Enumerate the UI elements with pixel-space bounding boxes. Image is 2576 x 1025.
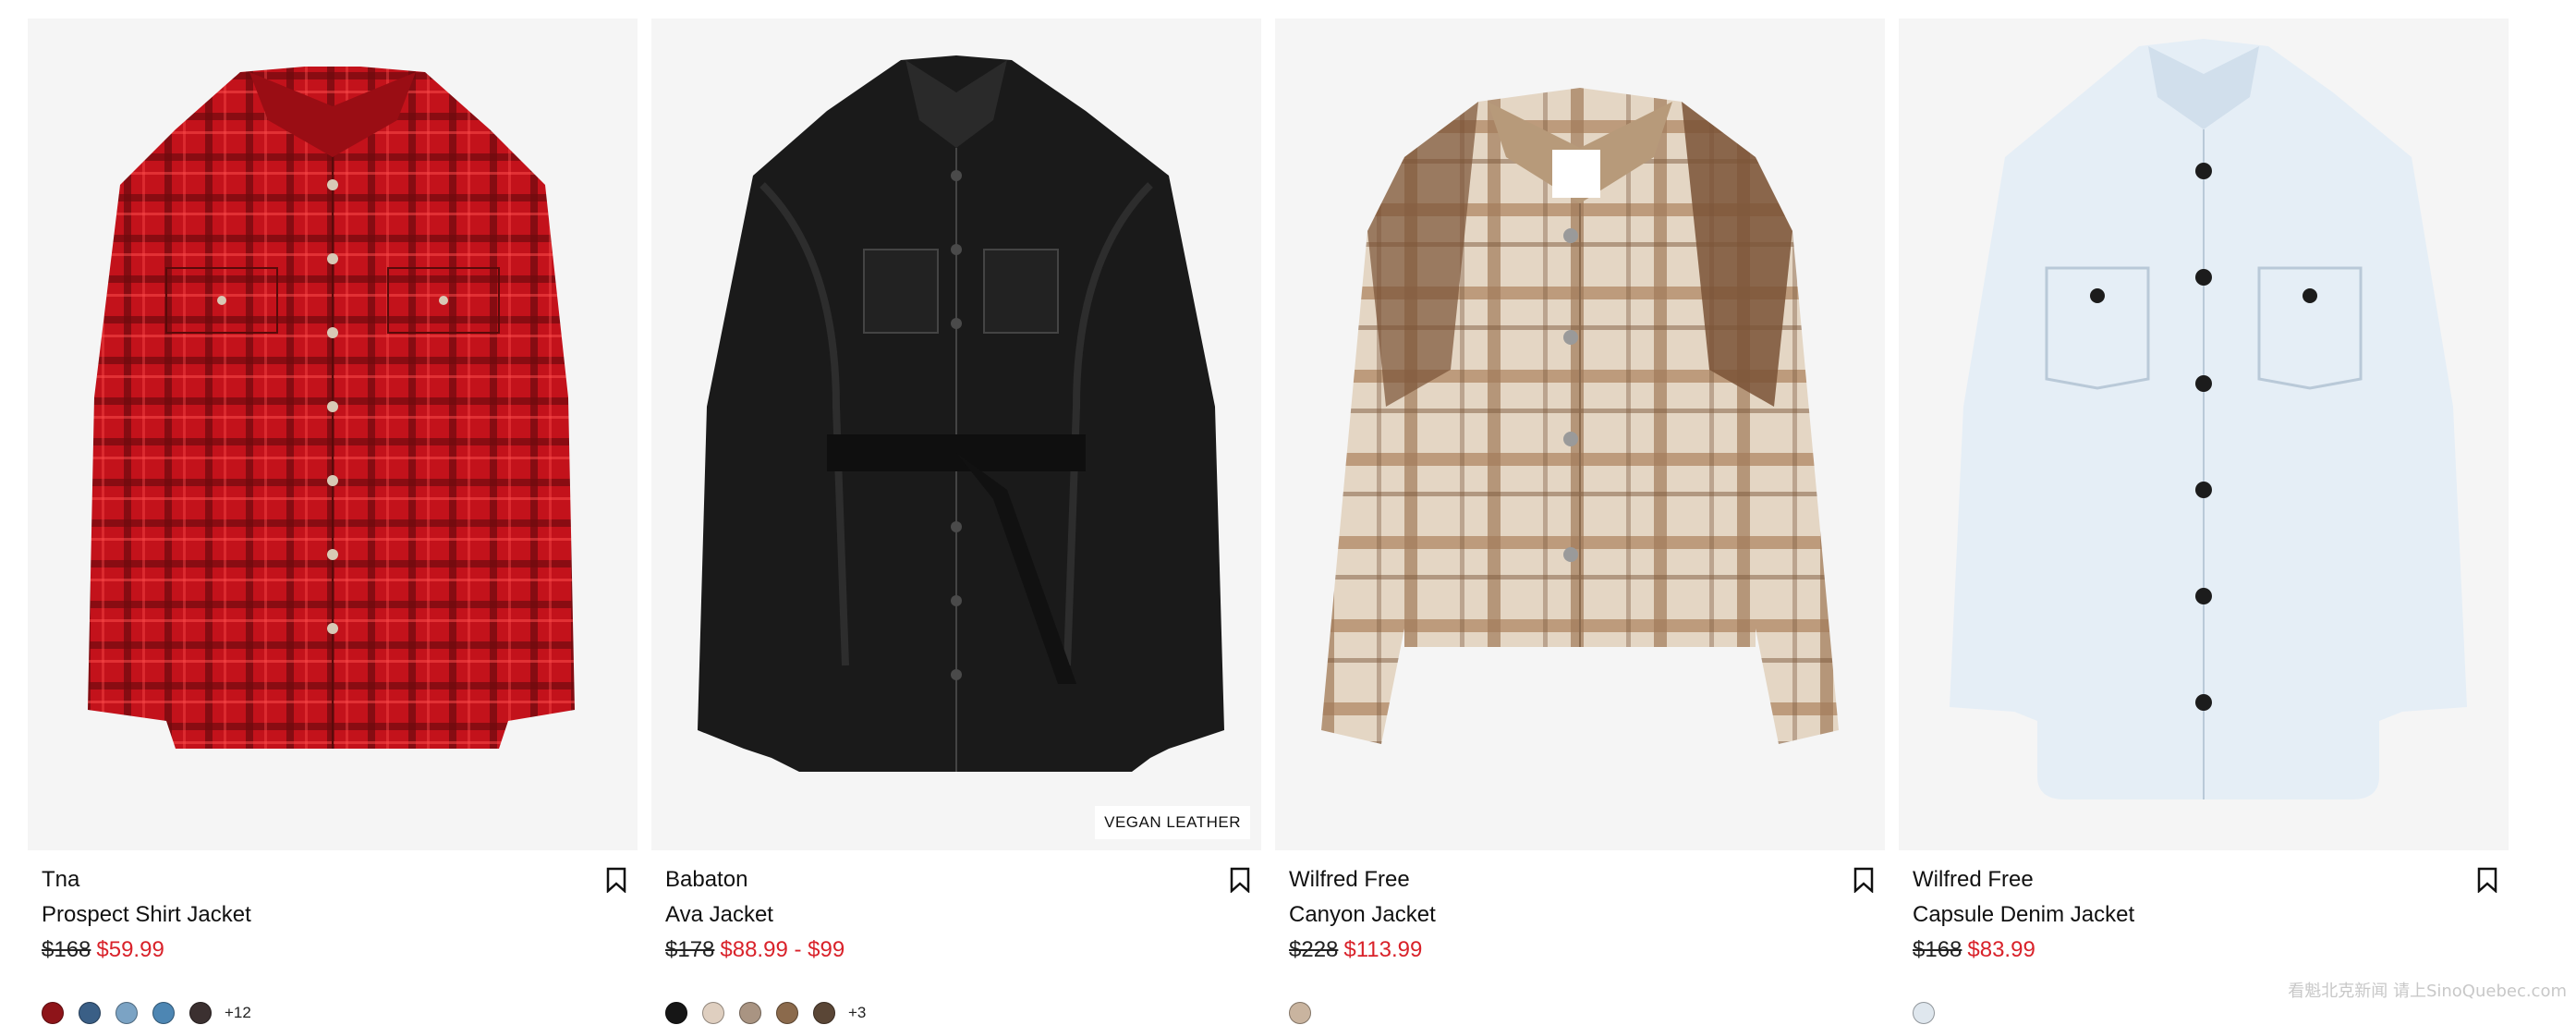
product-brand[interactable]: Wilfred Free <box>1913 867 2034 893</box>
product-grid: Tna Prospect Shirt Jacket $168 $59.99 +12 <box>28 18 2522 1024</box>
product-price: $168 $83.99 <box>1913 937 2035 963</box>
product-badge: VEGAN LEATHER <box>1095 806 1250 839</box>
brown-plaid-jacket-image <box>1321 88 1839 744</box>
bookmark-icon[interactable] <box>2477 867 2497 893</box>
color-swatch[interactable] <box>776 1002 798 1024</box>
color-swatch[interactable] <box>813 1002 835 1024</box>
color-swatches: +12 <box>42 1001 251 1025</box>
bookmark-icon[interactable] <box>606 867 626 893</box>
color-swatches: +3 <box>665 1001 866 1025</box>
product-image[interactable] <box>1275 18 1885 850</box>
sale-price: $113.99 <box>1343 937 1423 962</box>
product-card[interactable]: Wilfred Free Canyon Jacket $228 $113.99 <box>1275 18 1885 1024</box>
more-colors-link[interactable]: +3 <box>848 1004 866 1022</box>
product-price: $228 $113.99 <box>1289 937 1422 963</box>
color-swatches <box>1913 1001 1935 1025</box>
product-brand[interactable]: Babaton <box>665 867 747 893</box>
original-price: $228 <box>1289 937 1339 962</box>
color-swatch[interactable] <box>1289 1002 1311 1024</box>
product-image[interactable] <box>28 18 638 850</box>
product-price: $168 $59.99 <box>42 937 164 963</box>
color-swatch[interactable] <box>115 1002 138 1024</box>
color-swatch[interactable] <box>702 1002 724 1024</box>
product-card[interactable]: Wilfred Free Capsule Denim Jacket $168 $8… <box>1899 18 2509 1024</box>
product-name[interactable]: Capsule Denim Jacket <box>1913 902 2134 928</box>
color-swatch[interactable] <box>79 1002 101 1024</box>
product-image[interactable]: VEGAN LEATHER <box>651 18 1261 850</box>
color-swatch[interactable] <box>739 1002 761 1024</box>
product-card[interactable]: VEGAN LEATHER Babaton Ava Jacket $178 $88… <box>651 18 1261 1024</box>
color-swatch[interactable] <box>152 1002 175 1024</box>
product-name[interactable]: Prospect Shirt Jacket <box>42 902 251 928</box>
product-brand[interactable]: Wilfred Free <box>1289 867 1410 893</box>
color-swatch[interactable] <box>189 1002 212 1024</box>
bookmark-icon[interactable] <box>1853 867 1874 893</box>
color-swatch[interactable] <box>1913 1002 1935 1024</box>
product-image[interactable] <box>1899 18 2509 850</box>
watermark-text: 看魁北克新闻 请上SinoQuebec.com <box>2288 982 2567 1001</box>
product-name[interactable]: Canyon Jacket <box>1289 902 1436 928</box>
product-name[interactable]: Ava Jacket <box>665 902 773 928</box>
plaid-shirt-jacket-image <box>88 67 575 749</box>
product-card[interactable]: Tna Prospect Shirt Jacket $168 $59.99 +12 <box>28 18 638 1024</box>
sale-price: $59.99 <box>96 937 164 962</box>
product-brand[interactable]: Tna <box>42 867 79 893</box>
bookmark-icon[interactable] <box>1230 867 1250 893</box>
color-swatch[interactable] <box>42 1002 64 1024</box>
color-swatches <box>1289 1001 1311 1025</box>
leather-jacket-image <box>698 55 1224 772</box>
color-swatch[interactable] <box>665 1002 687 1024</box>
original-price: $178 <box>665 937 715 962</box>
product-price: $178 $88.99 - $99 <box>665 937 844 963</box>
original-price: $168 <box>1913 937 1962 962</box>
denim-jacket-image <box>1950 39 2467 799</box>
sale-price: $83.99 <box>1967 937 2035 962</box>
more-colors-link[interactable]: +12 <box>225 1004 251 1022</box>
sale-price: $88.99 - $99 <box>720 937 845 962</box>
original-price: $168 <box>42 937 91 962</box>
